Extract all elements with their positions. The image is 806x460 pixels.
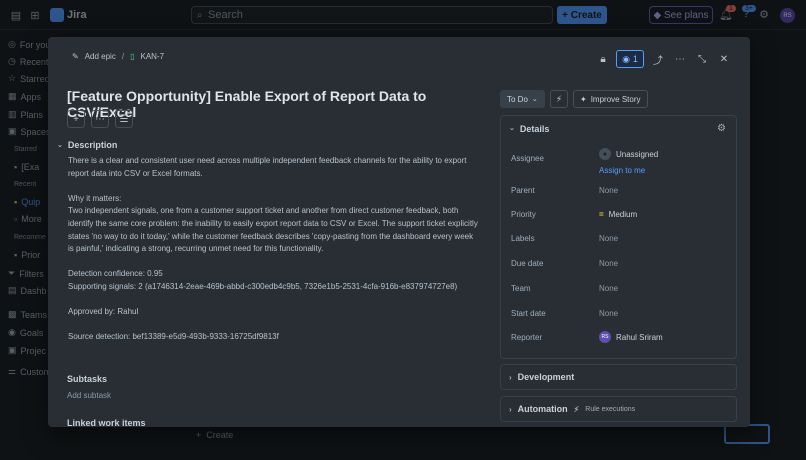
team-label: Team: [511, 284, 531, 293]
add-subtask-link[interactable]: Add subtask: [67, 391, 111, 400]
details-panel: ⌄ Details ⚙ Assignee ● Unassigned Assign…: [500, 115, 737, 359]
assignee-value: Unassigned: [616, 149, 659, 159]
reporter-value: Rahul Sriram: [616, 332, 663, 342]
description-paragraph: There is a clear and consistent user nee…: [68, 156, 467, 178]
description-heading-label: Description: [67, 140, 118, 150]
details-heading-label: Details: [519, 124, 550, 134]
chevron-right-icon: ›: [509, 404, 512, 414]
parent-label: Parent: [511, 186, 535, 195]
assignee-label: Assignee: [511, 154, 544, 163]
description-paragraph: Source detection: bef13389-e5d9-493b-933…: [68, 332, 279, 342]
start-date-field[interactable]: None: [599, 309, 618, 318]
priority-medium-icon: =: [599, 210, 604, 219]
development-section[interactable]: › Development: [500, 364, 737, 390]
development-label: Development: [517, 372, 575, 382]
improve-story-label: Improve Story: [590, 94, 641, 104]
team-field[interactable]: None: [599, 284, 618, 293]
bolt-icon: ⚡︎: [573, 404, 580, 414]
automation-label: Automation: [517, 404, 568, 414]
description-paragraph: Approved by: Rahul: [68, 307, 139, 317]
reporter-label: Reporter: [511, 333, 543, 342]
automation-section[interactable]: › Automation ⚡︎ Rule executions: [500, 396, 737, 422]
unassigned-avatar-icon: ●: [599, 148, 611, 160]
issue-toolbar: + ⋯ ☰: [67, 110, 133, 128]
issue-key-link[interactable]: KAN-7: [140, 52, 164, 61]
description-heading[interactable]: ⌄ Description: [57, 140, 117, 150]
chevron-down-icon: ⌄: [57, 142, 63, 149]
status-dropdown[interactable]: To Do ⌄: [500, 90, 545, 108]
assignee-field[interactable]: ● Unassigned: [599, 148, 658, 160]
watch-count: 1: [632, 54, 638, 64]
description-body[interactable]: There is a clear and consistent user nee…: [68, 155, 478, 357]
edit-icon: ✎: [72, 52, 79, 61]
parent-field[interactable]: None: [599, 186, 618, 195]
due-date-label: Due date: [511, 259, 544, 268]
labels-field[interactable]: None: [599, 234, 618, 243]
more-icon[interactable]: ⋯: [91, 110, 109, 128]
improve-story-button[interactable]: ✦ Improve Story: [573, 90, 648, 108]
priority-field[interactable]: = Medium: [599, 210, 637, 219]
more-actions-icon[interactable]: ⋯: [671, 50, 689, 68]
close-icon[interactable]: ✕: [715, 50, 733, 68]
priority-value: Medium: [608, 210, 638, 219]
details-heading[interactable]: ⌄ Details: [509, 124, 549, 134]
reporter-avatar: RS: [599, 331, 611, 343]
labels-label: Labels: [511, 234, 535, 243]
details-settings-gear-icon[interactable]: ⚙: [717, 123, 726, 134]
assign-to-me-link[interactable]: Assign to me: [599, 166, 645, 175]
watch-button[interactable]: ◉ 1: [616, 50, 644, 68]
sparkle-icon: ✦: [580, 94, 587, 104]
lock-icon[interactable]: 🔒︎: [594, 50, 612, 68]
chevron-down-icon: ⌄: [531, 96, 538, 103]
linked-items-heading: Linked work items: [67, 418, 146, 427]
add-epic-link[interactable]: Add epic: [85, 52, 116, 61]
bookmark-icon: ▯: [130, 52, 135, 61]
subtasks-heading: Subtasks: [67, 374, 108, 384]
issue-modal: ✎ Add epic / ▯ KAN-7 🔒︎ ◉ 1 ⤴ ⋯ ⤡ ✕ [Feat…: [48, 37, 750, 427]
reporter-field[interactable]: RS Rahul Sriram: [599, 331, 663, 343]
checklist-icon[interactable]: ☰: [115, 110, 133, 128]
start-date-label: Start date: [511, 309, 546, 318]
share-icon[interactable]: ⤴: [649, 50, 667, 68]
description-paragraph: Why it matters: Two independent signals,…: [68, 193, 478, 254]
minimize-icon[interactable]: ⤡: [693, 50, 711, 68]
add-icon[interactable]: +: [67, 110, 85, 128]
chevron-down-icon: ⌄: [509, 125, 515, 132]
automation-bolt-icon[interactable]: ⚡︎: [550, 90, 568, 108]
due-date-field[interactable]: None: [599, 259, 618, 268]
breadcrumb-separator: /: [121, 52, 125, 61]
description-paragraph: Detection confidence: 0.95 Supporting si…: [68, 269, 458, 291]
priority-label: Priority: [511, 210, 536, 219]
breadcrumb: ✎ Add epic / ▯ KAN-7: [72, 52, 164, 61]
rule-executions-label: Rule executions: [585, 405, 636, 413]
status-label: To Do: [507, 94, 528, 104]
eye-icon: ◉: [622, 53, 630, 64]
chevron-right-icon: ›: [509, 372, 512, 382]
